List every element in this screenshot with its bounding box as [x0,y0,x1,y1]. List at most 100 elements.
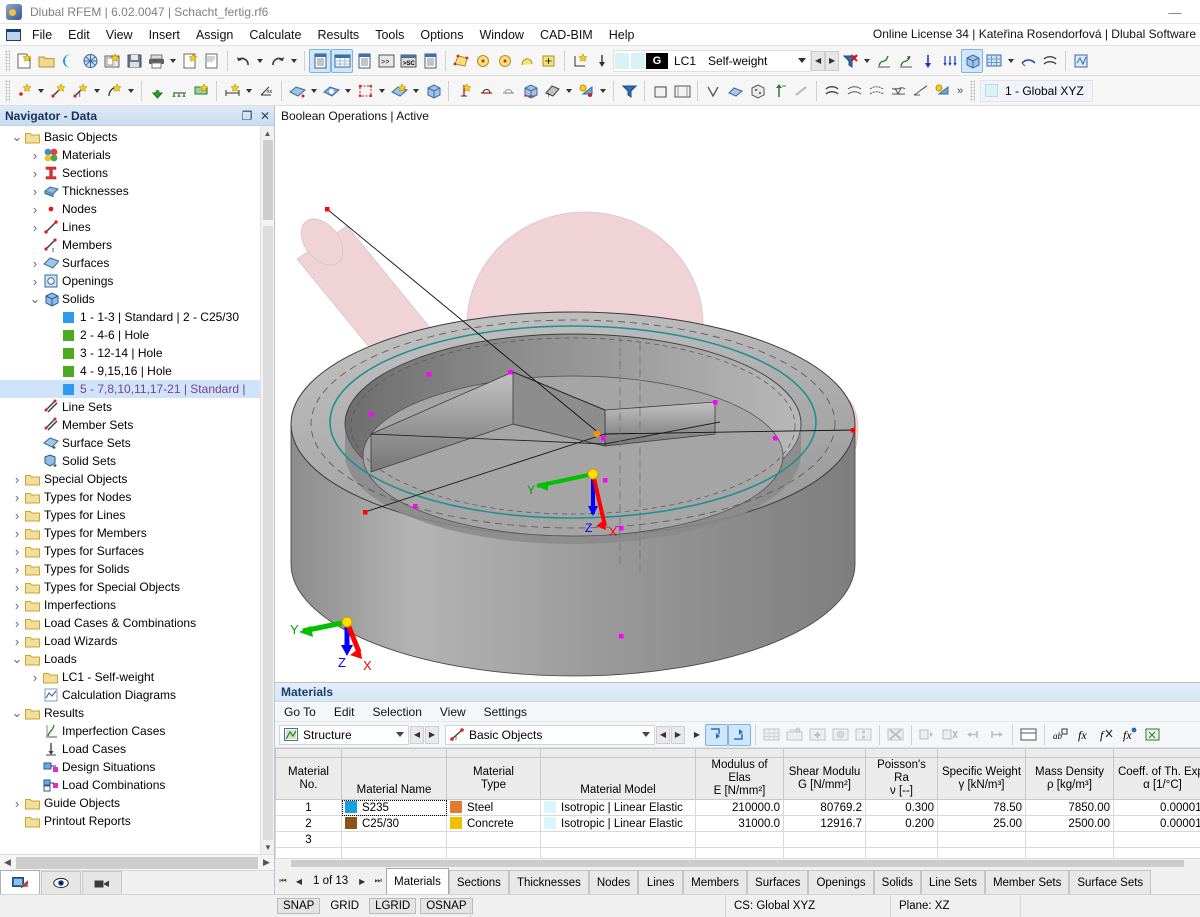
table-tab-member-sets[interactable]: Member Sets [985,870,1069,894]
view-isometric-button[interactable] [702,79,724,103]
table-tab-thicknesses[interactable]: Thicknesses [509,870,589,894]
new-member-button[interactable]: I [69,79,91,103]
nav-item-loads[interactable]: ⌄Loads [0,650,274,668]
table-tab-solids[interactable]: Solids [874,870,921,894]
document-button[interactable] [201,49,223,73]
nav-item-line-sets[interactable]: Line Sets [0,398,274,416]
printout-report-button[interactable] [179,49,201,73]
expander-closed-icon[interactable]: › [28,668,42,686]
nav-item-3-12-14-hole[interactable]: 3 - 12-14 | Hole [0,344,274,362]
boolean-operations-button[interactable]: I [541,79,563,103]
select-add-button[interactable] [538,49,560,73]
tab-scrollbar-thumb[interactable] [291,860,1184,867]
console-button[interactable]: >> [375,49,397,73]
axis-gizmo[interactable]: Y Z X [285,604,395,674]
plane-status[interactable]: Plane: XZ [890,895,1020,917]
menu-window[interactable]: Window [471,26,531,44]
poissons-ratio-cell[interactable] [866,832,938,848]
table-tab-openings[interactable]: Openings [808,870,873,894]
select-special-button[interactable] [494,49,516,73]
menu-tools[interactable]: Tools [367,26,412,44]
navigator-toggle-button[interactable] [309,49,331,73]
expander-closed-icon[interactable]: › [10,560,24,578]
toolbar-scroll-button[interactable]: ▶ [689,730,705,739]
column-header-6[interactable]: Poisson's Ra ν [--] [866,758,938,800]
expander-closed-icon[interactable]: › [28,164,42,182]
scroll-down-icon[interactable]: ▼ [261,840,274,854]
dimension-angle-button[interactable]: xx [255,79,277,103]
coeff-thermal-expansion-cell[interactable] [1114,832,1200,848]
column-header-5[interactable]: Shear Modulu G [N/mm²] [784,758,866,800]
load-case-prev-button[interactable]: ◀ [811,51,825,71]
toolbar-overflow-button[interactable]: » [953,79,967,103]
results-render-button[interactable] [931,79,953,103]
clear-loads-button[interactable] [839,49,861,73]
zoom-window-button[interactable] [790,79,812,103]
select-circle-button[interactable] [472,49,494,73]
tab-scrollbar[interactable] [275,858,1200,868]
tab-display-navigator[interactable] [41,871,81,894]
member-dropdown-caret-icon[interactable] [91,79,103,103]
nav-item-results[interactable]: ⌄Results [0,704,274,722]
menu-assign[interactable]: Assign [188,26,242,44]
empty-cell[interactable] [1026,848,1114,859]
specific-weight-cell[interactable]: 25.00 [938,816,1026,832]
function-button[interactable]: fx [1072,724,1095,746]
release-button[interactable] [575,79,597,103]
load-case-dropdown-icon[interactable] [794,50,810,72]
table-tab-sections[interactable]: Sections [449,870,509,894]
imperfections-multi-button[interactable]: x [895,49,917,73]
mesh-dropdown-caret-icon[interactable] [1005,49,1017,73]
column-header-1[interactable]: Material Name [342,758,447,800]
view-cube-button[interactable] [746,79,768,103]
new-solid-button[interactable] [422,79,444,103]
nav-item-imperfections[interactable]: ›Imperfections [0,596,274,614]
column-header-7[interactable]: Specific Weight γ [kN/m³] [938,758,1026,800]
toolbar-grip[interactable] [970,80,975,102]
nav-item-types-for-nodes[interactable]: ›Types for Nodes [0,488,274,506]
menu-cad-bim[interactable]: CAD-BIM [532,26,601,44]
expander-closed-icon[interactable]: › [28,218,42,236]
expander-closed-icon[interactable]: › [10,632,24,650]
table-header-button[interactable] [1017,724,1040,746]
line-support-button[interactable] [168,79,190,103]
calculate-button[interactable] [1070,49,1092,73]
material-type-cell[interactable] [447,832,541,848]
opening-dropdown-caret-icon[interactable] [342,79,354,103]
menu-results[interactable]: Results [310,26,368,44]
table-tab-members[interactable]: Members [683,870,747,894]
load-case-selector[interactable]: GLC1Self-weight [613,50,811,72]
shear-modulus-cell[interactable] [784,832,866,848]
nav-item-1-1-3-standard-2-c25-30[interactable]: 1 - 1-3 | Standard | 2 - C25/30 [0,308,274,326]
nav-item-basic-objects[interactable]: ⌄Basic Objects [0,128,274,146]
poissons-ratio-cell[interactable]: 0.300 [866,800,938,816]
nodal-support-button[interactable] [146,79,168,103]
view-front-button[interactable] [649,79,671,103]
dimension-dropdown-caret-icon[interactable] [243,79,255,103]
base-data-button[interactable] [101,49,123,73]
undo-button[interactable] [232,49,254,73]
column-header-9[interactable]: Coeff. of Th. Exp. α [1/°C] [1114,758,1200,800]
navigator-restore-button[interactable]: ❐ [238,107,256,125]
chevron-down-icon[interactable] [392,732,408,737]
shear-modulus-cell[interactable]: 12916.7 [784,816,866,832]
model-viewport[interactable]: Y Z X Y Z X [275,126,1200,682]
dlubal-center-button[interactable] [57,49,79,73]
imperfection-load-button[interactable] [873,49,895,73]
specific-weight-cell[interactable]: 78.50 [938,800,1026,816]
menu-insert[interactable]: Insert [141,26,188,44]
coordinate-system-status[interactable]: CS: Global XYZ [725,895,890,917]
load-case-next-button[interactable]: ▶ [825,51,839,71]
nodal-loads-multi-button[interactable] [939,49,961,73]
nav-item-types-for-solids[interactable]: ›Types for Solids [0,560,274,578]
column-header-2[interactable]: Material Type [447,758,541,800]
table-menu-view[interactable]: View [431,704,475,720]
nav-item-solid-sets[interactable]: Solid Sets [0,452,274,470]
column-header-3[interactable]: Material Model [541,758,696,800]
empty-cell[interactable] [276,848,342,859]
menu-help[interactable]: Help [601,26,643,44]
nav-item-2-4-6-hole[interactable]: 2 - 4-6 | Hole [0,326,274,344]
info-panel-button[interactable] [419,49,441,73]
nav-item-5-7-8-10-11-17-21-standard[interactable]: 5 - 7,8,10,11,17-21 | Standard | [0,380,274,398]
new-opening-button[interactable] [320,79,342,103]
